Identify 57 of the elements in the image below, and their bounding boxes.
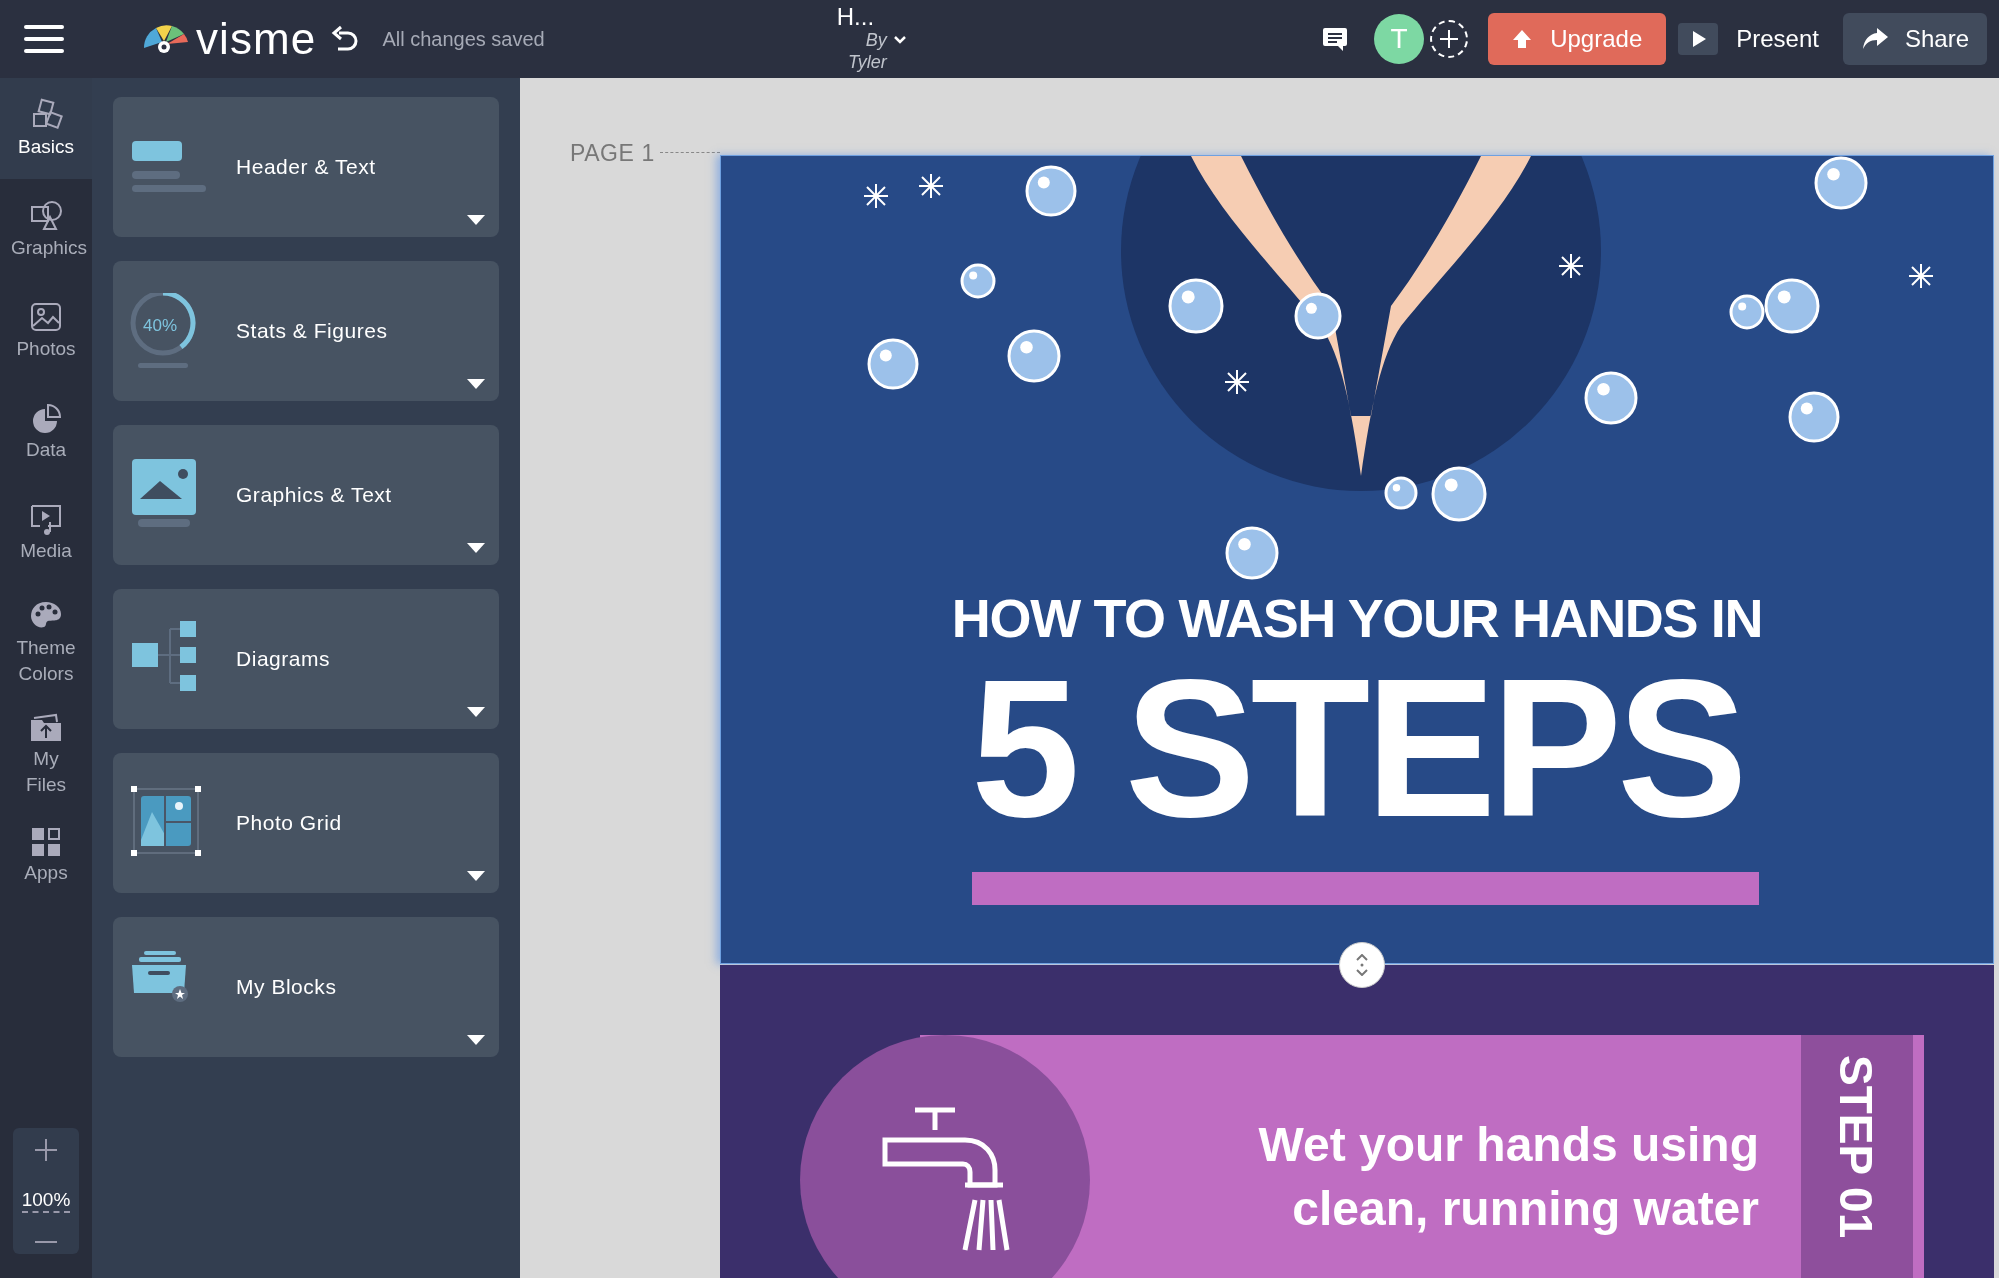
plus-icon — [34, 1138, 58, 1162]
plus-icon — [1439, 29, 1460, 49]
author-name: By Tyler — [847, 29, 887, 73]
block-category-card[interactable]: 40% Stats & Figures — [113, 261, 499, 401]
page-label: PAGE 1 — [570, 139, 655, 168]
block-category-card[interactable]: Photo Grid — [113, 753, 499, 893]
card-title: Diagrams — [236, 646, 331, 673]
dropdown-caret-icon — [467, 1035, 485, 1045]
rail-tab[interactable]: Graphics — [0, 179, 92, 280]
present-button[interactable]: Present — [1678, 13, 1819, 65]
dropdown-caret-icon — [467, 379, 485, 389]
card-title: Header & Text — [236, 154, 376, 181]
share-arrow-icon — [1860, 27, 1889, 51]
user-avatar: T — [1374, 14, 1425, 64]
logo-text: visme — [196, 17, 317, 61]
caret-icon — [892, 35, 907, 45]
card-title: Graphics & Text — [236, 482, 392, 509]
block-category-card[interactable]: Header & Text — [113, 97, 499, 237]
block-category-card[interactable]: Diagrams — [113, 589, 499, 729]
menu-button[interactable] — [24, 24, 64, 54]
shapes-icon — [28, 198, 64, 233]
stat-percent: 40% — [143, 315, 178, 337]
step-label: STEP 01 — [1833, 1055, 1879, 1239]
up-down-chevrons-icon — [1356, 954, 1368, 976]
dropdown-caret-icon — [467, 543, 485, 553]
project-title-button[interactable]: H... By Tyler — [836, 5, 907, 73]
step-description: Wet your hands using clean, running water — [1257, 1117, 1759, 1237]
block-category-card[interactable]: My Blocks — [113, 917, 499, 1057]
menu-icon — [24, 25, 64, 53]
rail-tab[interactable]: My Files — [0, 703, 92, 804]
infographic-headline: 5 STEPS — [971, 651, 1743, 847]
play-icon — [1678, 23, 1719, 55]
rail-tab[interactable]: Media — [0, 482, 92, 583]
card-title: Stats & Figures — [236, 318, 388, 345]
rail-tab[interactable]: Photos — [0, 280, 92, 381]
dropdown-caret-icon — [467, 871, 485, 881]
arrow-up-icon — [1512, 29, 1533, 49]
save-status: All changes saved — [382, 27, 545, 52]
minus-icon — [34, 1240, 58, 1244]
dropdown-caret-icon — [467, 215, 485, 225]
share-button[interactable]: Share — [1842, 13, 1987, 65]
card-title: Photo Grid — [236, 810, 342, 837]
rail-tab[interactable]: Basics — [0, 78, 92, 179]
rail-tab[interactable]: Data — [0, 381, 92, 482]
zoom-in-button[interactable] — [34, 1138, 58, 1162]
comment-icon — [1322, 26, 1349, 52]
add-collaborator-button[interactable] — [1430, 20, 1469, 58]
card-title: My Blocks — [236, 974, 337, 1001]
rail-tab[interactable]: Theme Colors — [0, 583, 92, 703]
rail-tab[interactable]: Apps — [0, 804, 92, 905]
infographic-title: HOW TO WASH YOUR HANDS IN — [951, 591, 1763, 645]
project-title: H... — [836, 5, 875, 29]
zoom-level[interactable]: 100% — [21, 1189, 71, 1213]
comments-button[interactable] — [1322, 26, 1349, 52]
dropdown-caret-icon — [467, 707, 485, 717]
zoom-out-button[interactable] — [34, 1240, 58, 1244]
block-category-card[interactable]: Graphics & Text — [113, 425, 499, 565]
